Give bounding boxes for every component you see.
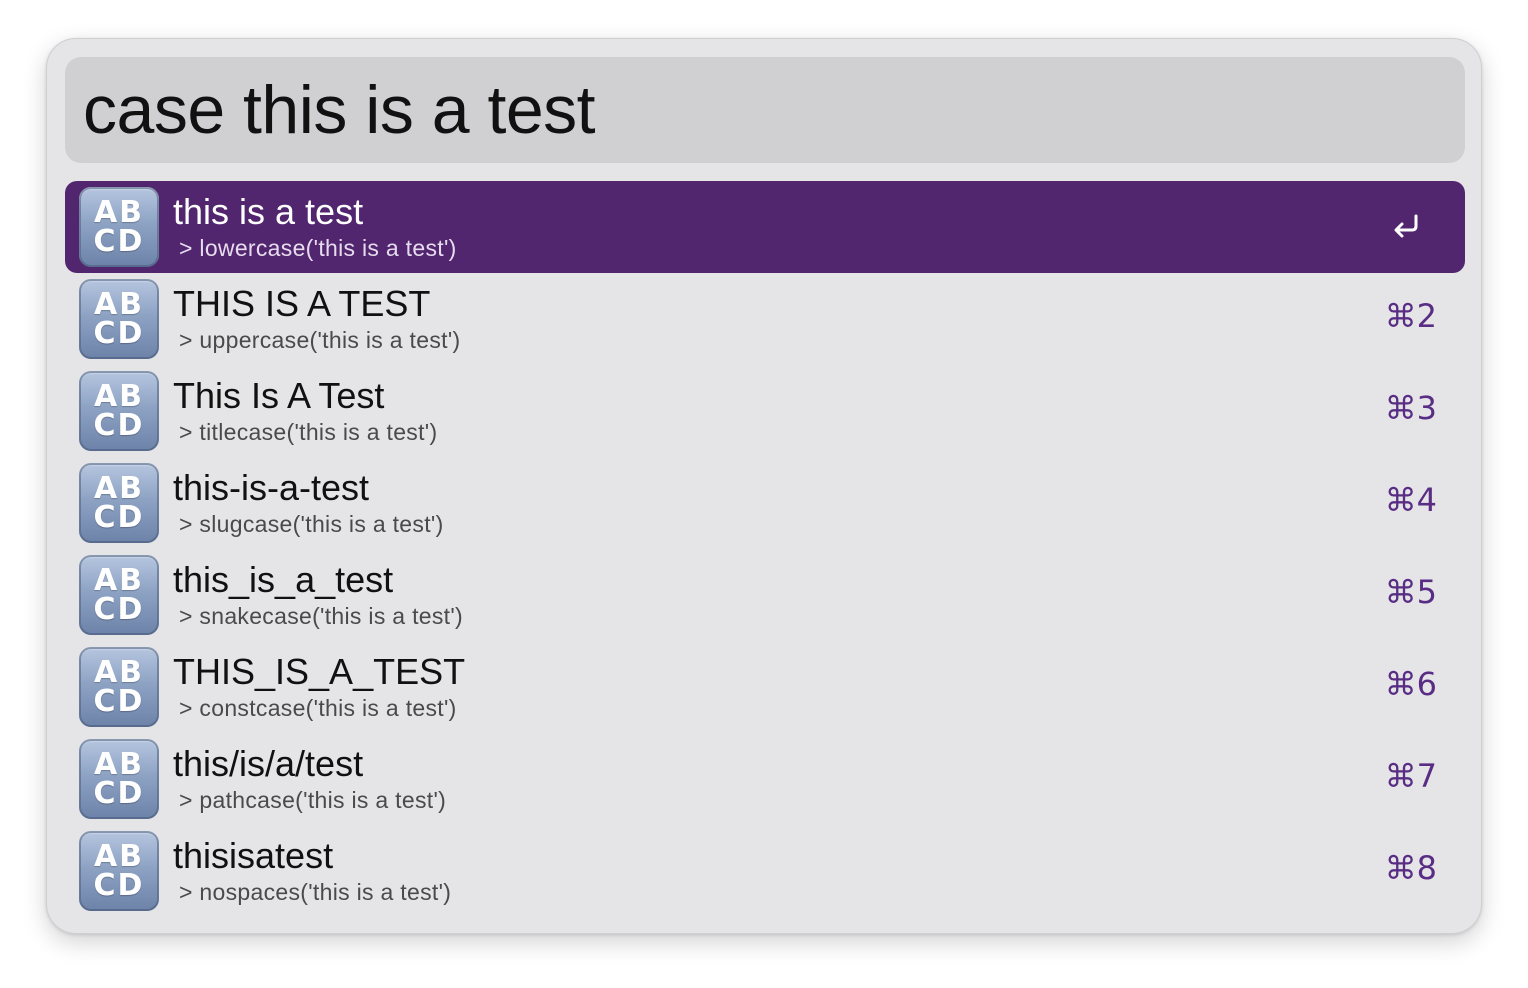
abcd-input-icon: AB CD (79, 279, 159, 359)
result-row-slugcase[interactable]: AB CD this-is-a-test > slugcase('this is… (65, 457, 1465, 549)
result-row-constcase[interactable]: AB CD THIS_IS_A_TEST > constcase('this i… (65, 641, 1465, 733)
result-shortcut: ⌘5 (1384, 573, 1437, 611)
result-row-lowercase[interactable]: AB CD this is a test > lowercase('this i… (65, 181, 1465, 273)
abcd-input-icon: AB CD (79, 831, 159, 911)
abcd-input-icon: AB CD (79, 739, 159, 819)
result-row-titlecase[interactable]: AB CD This Is A Test > titlecase('this i… (65, 365, 1465, 457)
abcd-input-icon: AB CD (79, 371, 159, 451)
launcher-window: case this is a test AB CD this is a test… (46, 38, 1482, 934)
abcd-input-icon: AB CD (79, 463, 159, 543)
result-shortcut: ⌘3 (1384, 389, 1437, 427)
result-row-nospaces[interactable]: AB CD thisisatest > nospaces('this is a … (65, 825, 1465, 917)
search-input[interactable]: case this is a test (83, 71, 596, 149)
result-row-snakecase[interactable]: AB CD this_is_a_test > snakecase('this i… (65, 549, 1465, 641)
result-title: This Is A Test (173, 375, 385, 416)
return-key-icon (1394, 214, 1418, 238)
result-shortcut: ⌘4 (1384, 481, 1437, 519)
result-title: this_is_a_test (173, 559, 394, 600)
result-subtitle: > lowercase('this is a test') (179, 235, 457, 261)
result-row-pathcase[interactable]: AB CD this/is/a/test > pathcase('this is… (65, 733, 1465, 825)
result-subtitle: > uppercase('this is a test') (179, 327, 461, 353)
results-list: AB CD this is a test > lowercase('this i… (65, 181, 1465, 917)
result-subtitle: > snakecase('this is a test') (179, 603, 464, 629)
result-row-uppercase[interactable]: AB CD THIS IS A TEST > uppercase('this i… (65, 273, 1465, 365)
result-title: this is a test (173, 191, 364, 232)
result-title: thisisatest (173, 835, 334, 876)
result-title: this-is-a-test (173, 467, 370, 508)
result-title: THIS_IS_A_TEST (173, 651, 466, 692)
result-title: this/is/a/test (173, 743, 364, 784)
result-shortcut: ⌘6 (1384, 665, 1437, 703)
result-subtitle: > pathcase('this is a test') (179, 787, 447, 813)
result-subtitle: > slugcase('this is a test') (179, 511, 444, 537)
result-shortcut: ⌘7 (1384, 757, 1437, 795)
abcd-input-icon: AB CD (79, 555, 159, 635)
result-subtitle: > titlecase('this is a test') (179, 419, 438, 445)
abcd-input-icon: AB CD (79, 647, 159, 727)
result-subtitle: > nospaces('this is a test') (179, 879, 452, 905)
result-title: THIS IS A TEST (173, 283, 431, 324)
result-shortcut: ⌘8 (1384, 849, 1437, 887)
result-shortcut: ⌘2 (1384, 297, 1437, 335)
abcd-input-icon: AB CD (79, 187, 159, 267)
result-subtitle: > constcase('this is a test') (179, 695, 457, 721)
search-box[interactable]: case this is a test (65, 57, 1465, 163)
